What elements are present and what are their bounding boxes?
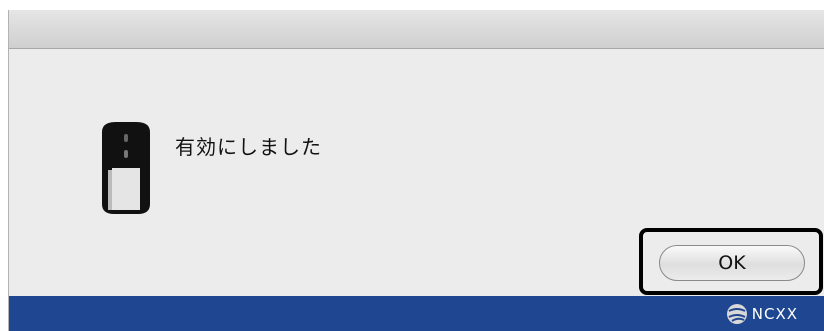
globe-icon — [726, 304, 747, 324]
ok-button[interactable]: OK — [659, 245, 805, 281]
footer-bar: NCXX — [9, 296, 824, 331]
brand-logo: NCXX — [726, 302, 798, 326]
mouse-icon — [94, 122, 158, 218]
dialog-window: 有効にしました OK NCXX — [8, 10, 824, 331]
message-text: 有効にしました — [175, 135, 322, 159]
brand-name: NCXX — [751, 305, 798, 323]
title-bar[interactable] — [9, 10, 824, 49]
